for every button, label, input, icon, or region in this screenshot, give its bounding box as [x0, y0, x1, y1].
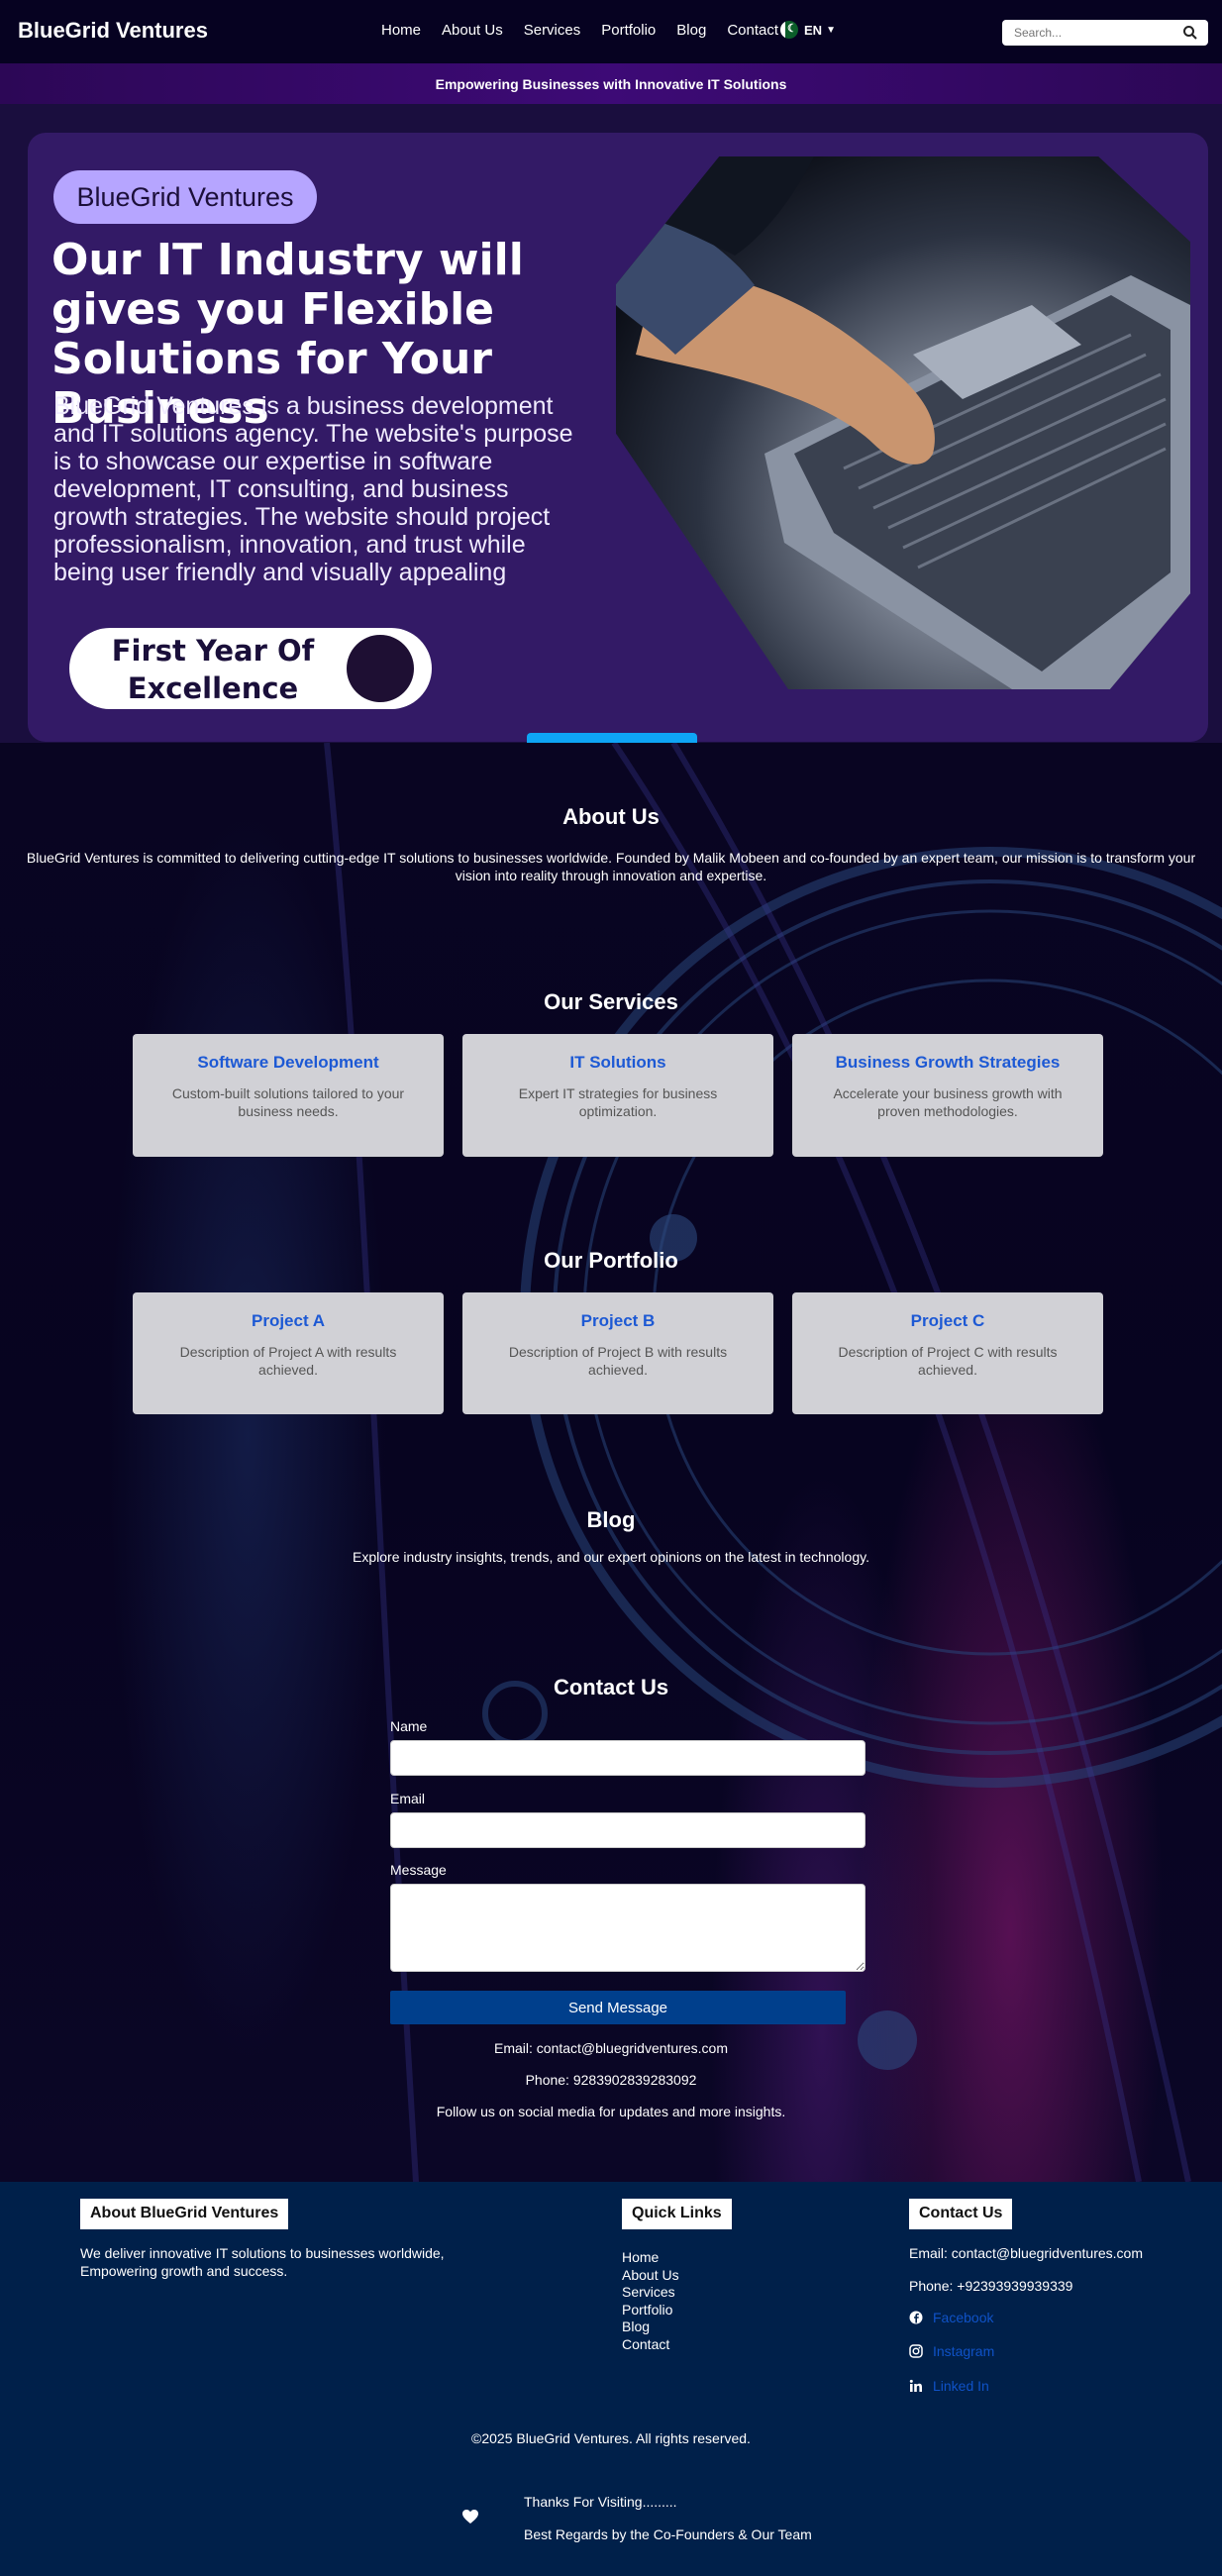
email-field[interactable]	[390, 1812, 866, 1848]
language-selector[interactable]: EN ▼	[780, 21, 836, 39]
nav-link-about[interactable]: About Us	[442, 22, 503, 39]
nav-links: Home About Us Services Portfolio Blog Co…	[381, 22, 799, 39]
portfolio-card[interactable]: Project B Description of Project B with …	[462, 1292, 773, 1414]
heart-icon	[462, 2510, 478, 2524]
portfolio-card-title: Project C	[910, 1311, 985, 1330]
footer-link-portfolio[interactable]: Portfolio	[622, 2302, 679, 2319]
hero-description: BlueGrid Ventures is a business developm…	[53, 392, 573, 586]
contact-email: Email: contact@bluegridventures.com	[494, 2040, 728, 2056]
footer-links-title: Quick Links	[622, 2199, 732, 2229]
copyright: ©2025 BlueGrid Ventures. All rights rese…	[471, 2430, 751, 2446]
portfolio-card[interactable]: Project C Description of Project C with …	[792, 1292, 1103, 1414]
portfolio-card-desc: Description of Project C with results ac…	[838, 1344, 1058, 1378]
social-instagram: Instagram	[909, 2343, 994, 2359]
footer-link-blog[interactable]: Blog	[622, 2318, 679, 2336]
footer-link-services[interactable]: Services	[622, 2284, 679, 2302]
service-card-title: Software Development	[197, 1053, 379, 1072]
service-card[interactable]: IT Solutions Expert IT strategies for bu…	[462, 1034, 773, 1157]
name-label: Name	[390, 1718, 428, 1734]
nav-link-home[interactable]: Home	[381, 22, 421, 39]
name-field[interactable]	[390, 1740, 866, 1776]
message-field[interactable]	[390, 1884, 866, 1972]
search-input[interactable]	[1002, 20, 1171, 46]
service-card[interactable]: Business Growth Strategies Accelerate yo…	[792, 1034, 1103, 1157]
excellence-text: First Year Of Excellence	[111, 634, 315, 705]
hero-badge: BlueGrid Ventures	[53, 170, 317, 224]
regards-text: Best Regards by the Co-Founders & Our Te…	[524, 2526, 812, 2542]
nav-link-portfolio[interactable]: Portfolio	[601, 22, 656, 39]
footer-link-home[interactable]: Home	[622, 2249, 679, 2267]
blog-text: Explore industry insights, trends, and o…	[353, 1549, 869, 1565]
social-followup: Follow us on social media for updates an…	[436, 2104, 786, 2119]
nav-link-contact[interactable]: Contact	[727, 22, 778, 39]
about-text: BlueGrid Ventures is committed to delive…	[26, 850, 1196, 883]
excellence-pill: First Year Of Excellence	[69, 628, 432, 709]
linkedin-link[interactable]: Linked In	[933, 2378, 989, 2394]
send-message-button[interactable]: Send Message	[390, 1991, 846, 2024]
tagline-bar: Empowering Businesses with Innovative IT…	[0, 63, 1222, 104]
social-linkedin: Linked In	[909, 2378, 989, 2394]
tagline-text: Empowering Businesses with Innovative IT…	[435, 75, 787, 92]
footer-about-title: About BlueGrid Ventures	[80, 2199, 289, 2229]
navbar: BlueGrid Ventures Home About Us Services…	[0, 0, 1222, 63]
service-card[interactable]: Software Development Custom-built soluti…	[133, 1034, 444, 1157]
footer-links: Home About Us Services Portfolio Blog Co…	[622, 2249, 679, 2353]
service-card-title: IT Solutions	[569, 1053, 666, 1072]
portfolio-card-desc: Description of Project B with results ac…	[508, 1344, 728, 1378]
nav-link-services[interactable]: Services	[524, 22, 581, 39]
portfolio-card-title: Project B	[580, 1311, 656, 1330]
services-title: Our Services	[544, 989, 678, 1014]
service-card-title: Business Growth Strategies	[835, 1053, 1061, 1072]
about-title: About Us	[562, 804, 660, 829]
portfolio-title: Our Portfolio	[544, 1248, 678, 1273]
search-icon[interactable]	[1182, 25, 1198, 41]
nav-link-blog[interactable]: Blog	[676, 22, 706, 39]
portfolio-card-title: Project A	[251, 1311, 325, 1330]
footer-about-text: We deliver innovative IT solutions to bu…	[80, 2245, 445, 2279]
language-code: EN	[804, 22, 823, 38]
pakistan-flag-icon	[780, 21, 798, 39]
contact-phone: Phone: 9283902839283092	[525, 2072, 697, 2088]
facebook-link[interactable]: Facebook	[933, 2310, 993, 2325]
service-card-desc: Expert IT strategies for business optimi…	[518, 1085, 718, 1119]
portfolio-card-desc: Description of Project A with results ac…	[179, 1344, 397, 1378]
service-card-desc: Accelerate your business growth with pro…	[833, 1085, 1063, 1119]
email-label: Email	[390, 1791, 426, 1806]
footer-contact-title: Contact Us	[909, 2199, 1013, 2229]
service-card-desc: Custom-built solutions tailored to your …	[171, 1085, 405, 1119]
search-box	[1002, 20, 1208, 46]
thanks-text: Thanks For Visiting.........	[524, 2494, 677, 2510]
excellence-dot	[347, 635, 414, 702]
social-facebook: Facebook	[909, 2310, 993, 2325]
footer-link-about[interactable]: About Us	[622, 2267, 679, 2285]
linkedin-icon	[909, 2379, 922, 2392]
blog-title: Blog	[586, 1507, 636, 1532]
message-label: Message	[390, 1862, 447, 1878]
portfolio-card[interactable]: Project A Description of Project A with …	[133, 1292, 444, 1414]
contact-title: Contact Us	[553, 1675, 669, 1700]
footer	[0, 2182, 1222, 2576]
footer-email: Email: contact@bluegridventures.com	[909, 2245, 1143, 2261]
chevron-down-icon: ▼	[826, 24, 836, 36]
facebook-icon	[909, 2311, 923, 2324]
instagram-link[interactable]: Instagram	[933, 2343, 994, 2359]
footer-phone: Phone: +92393939939339	[909, 2278, 1073, 2294]
footer-link-contact[interactable]: Contact	[622, 2336, 679, 2354]
brand-logo[interactable]: BlueGrid Ventures	[18, 18, 208, 44]
instagram-icon	[909, 2344, 923, 2358]
